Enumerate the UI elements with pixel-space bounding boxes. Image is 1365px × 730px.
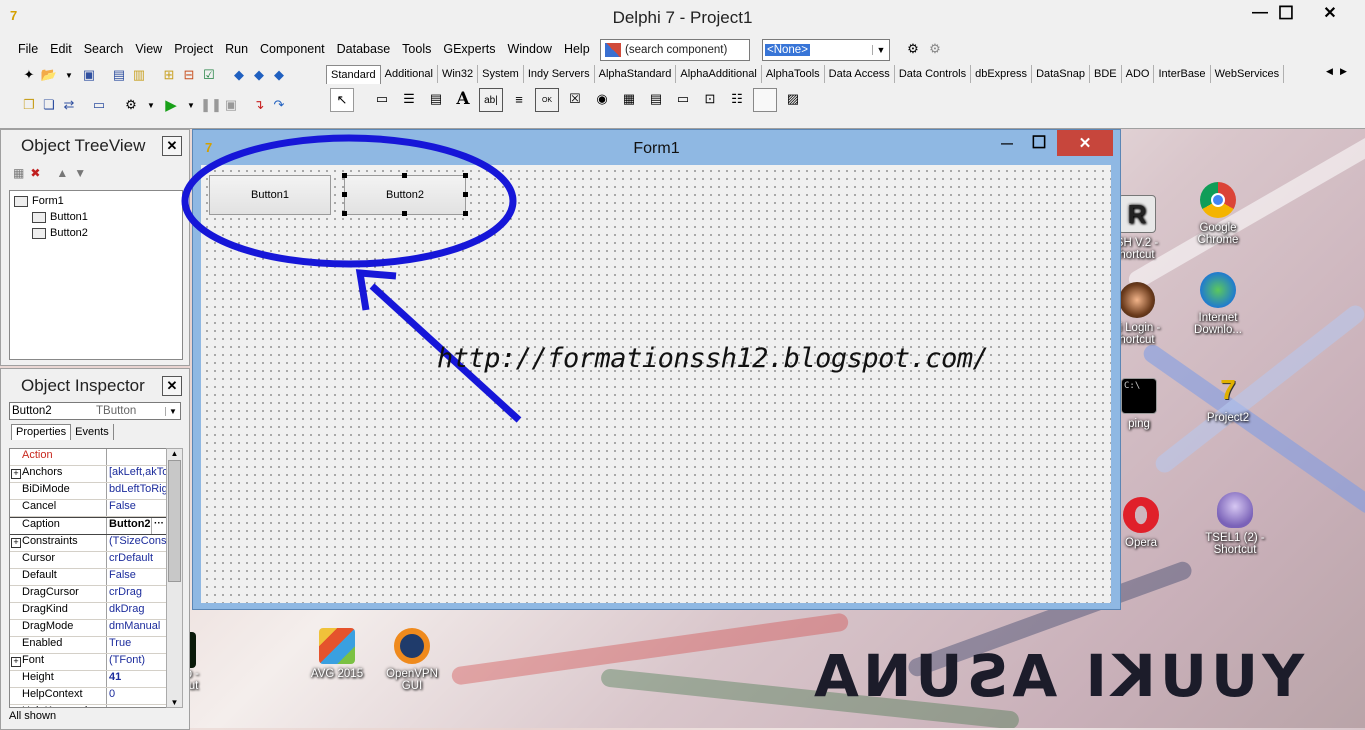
annotation-url: http://formationssh12.blogspot.com/ bbox=[437, 343, 989, 374]
highlight-ellipse bbox=[181, 134, 517, 268]
